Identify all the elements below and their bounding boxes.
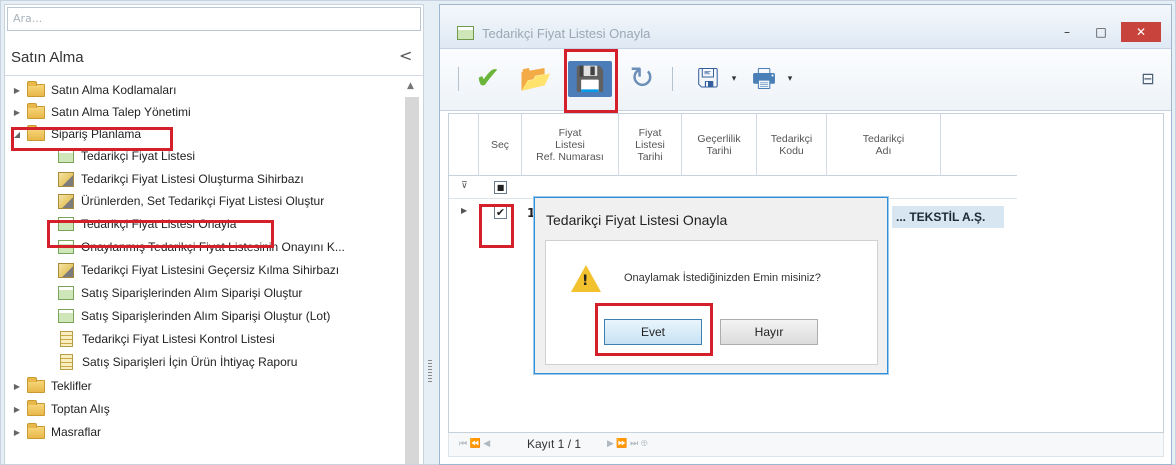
- record-navigator: ⏮ ⏪ ◀ Kayıt 1 / 1 ▶ ⏩ ⏭ ⊕: [448, 433, 1164, 457]
- scroll-up-icon[interactable]: ▲: [407, 81, 414, 91]
- tree-item-teklifler[interactable]: ▶ Teklifler: [11, 375, 92, 397]
- collapse-icon[interactable]: <: [399, 46, 412, 65]
- tree-item-label: Satın Alma Kodlamaları: [51, 83, 177, 97]
- tree-item-kontrol-listesi[interactable]: Tedarikçi Fiyat Listesi Kontrol Listesi: [58, 328, 275, 350]
- row-indicator-icon: ▶: [461, 206, 468, 215]
- tree-item-alim-siparisi-lot[interactable]: Satış Siparişlerinden Alım Siparişi Oluş…: [58, 305, 330, 327]
- column-sec[interactable]: Seç: [479, 114, 522, 176]
- toolbar: ✔ 📂 💾 ↻ 🖫 ▾ 🖶 ▾ ⊟: [440, 49, 1171, 111]
- form-icon: [457, 26, 474, 40]
- tree-item-label: Satış Siparişlerinden Alım Siparişi Oluş…: [81, 286, 303, 300]
- nav-forward-icons[interactable]: ▶ ⏩ ⏭ ⊕: [607, 438, 648, 449]
- approve-check-icon[interactable]: ✔: [468, 61, 508, 97]
- tree-item-gecersiz-kilma[interactable]: Tedarikçi Fiyat Listesini Geçersiz Kılma…: [58, 259, 339, 281]
- cell-supplier-name: ... TEKSTİL A.Ş.: [892, 206, 1004, 228]
- form-icon: [58, 309, 74, 323]
- tree-item-label: Tedarikçi Fiyat Listesini Geçersiz Kılma…: [81, 263, 340, 277]
- highlight-select-checkbox: [479, 204, 514, 248]
- refresh-icon[interactable]: ↻: [622, 61, 662, 97]
- print-icon[interactable]: 🖶: [744, 61, 784, 97]
- tree-item-label: Satış Siparişleri İçin Ürün İhtiyaç Rapo…: [82, 355, 298, 369]
- navigation-panel: Ara... Satın Alma < ▶ Satın Alma Kodlama…: [4, 4, 424, 465]
- filter-icon[interactable]: ⊽: [461, 181, 468, 191]
- wizard-icon: [58, 171, 74, 187]
- no-button[interactable]: Hayır: [720, 319, 818, 345]
- expand-arrow-icon[interactable]: ▶: [11, 382, 23, 391]
- expand-arrow-icon[interactable]: ▶: [11, 108, 23, 117]
- folder-icon: [27, 399, 45, 416]
- folder-icon: [27, 80, 45, 97]
- wizard-icon: [58, 193, 74, 209]
- tree-item-label: Tedarikçi Fiyat Listesi: [81, 149, 196, 163]
- form-icon: [58, 286, 74, 300]
- toolbar-separator: [672, 67, 673, 91]
- wizard-icon: [58, 262, 74, 278]
- tree-item-label: Satın Alma Talep Yönetimi: [51, 105, 191, 119]
- column-validity-date[interactable]: Geçerlilik Tarihi: [682, 114, 757, 176]
- nav-back-icons[interactable]: ⏮ ⏪ ◀: [459, 438, 490, 449]
- export-icon[interactable]: 🖫: [688, 61, 728, 97]
- record-counter: Kayıt 1 / 1: [527, 437, 582, 451]
- column-supplier-name[interactable]: Tedarikçi Adı: [827, 114, 941, 176]
- tree-item-label: Tedarikçi Fiyat Listesi Oluşturma Sihirb…: [81, 172, 304, 186]
- export-dropdown-icon[interactable]: ▾: [728, 61, 740, 97]
- expand-arrow-icon[interactable]: ▶: [11, 428, 23, 437]
- tree-item-toptan-alis[interactable]: ▶ Toptan Alış: [11, 398, 110, 420]
- layout-icon[interactable]: ⊟: [1136, 61, 1160, 97]
- tree-item-satin-alma-talep[interactable]: ▶ Satın Alma Talep Yönetimi: [11, 101, 191, 123]
- print-dropdown-icon[interactable]: ▾: [784, 61, 796, 97]
- warning-mark: !: [582, 273, 589, 289]
- dialog-message: Onaylamak İstediğinizden Emin misiniz?: [624, 272, 821, 284]
- tree-item-urunlerden-set[interactable]: Ürünlerden, Set Tedarikçi Fiyat Listesi …: [58, 190, 324, 212]
- grid-header: Seç Fiyat Listesi Ref. Numarası Fiyat Li…: [449, 114, 1017, 176]
- tree-item-satin-alma-kodlamalari[interactable]: ▶ Satın Alma Kodlamaları: [11, 79, 176, 101]
- column-list-date[interactable]: Fiyat Listesi Tarihi: [619, 114, 682, 176]
- search-input[interactable]: Ara...: [7, 7, 421, 31]
- folder-icon: [27, 102, 45, 119]
- tree-item-label: Teklifler: [51, 379, 92, 393]
- form-icon: [58, 149, 74, 163]
- folder-icon: [27, 376, 45, 393]
- tree-scrollbar[interactable]: ▲: [403, 79, 421, 464]
- tree-item-label: Toptan Alış: [51, 402, 110, 416]
- folder-icon: [27, 422, 45, 439]
- highlight-yes-button: [595, 303, 713, 356]
- window-title: Tedarikçi Fiyat Listesi Onayla: [482, 26, 651, 41]
- toolbar-separator: [458, 67, 459, 91]
- column-indicator: [449, 114, 479, 176]
- open-folder-icon[interactable]: 📂: [516, 61, 556, 97]
- panel-splitter[interactable]: [428, 360, 432, 382]
- report-icon: [60, 331, 73, 347]
- tree-item-masraflar[interactable]: ▶ Masraflar: [11, 421, 101, 443]
- close-button[interactable]: ✕: [1121, 22, 1161, 42]
- column-supplier-code[interactable]: Tedarikçi Kodu: [757, 114, 827, 176]
- highlight-siparis-planlama: [11, 127, 173, 151]
- tree-item-label: Tedarikçi Fiyat Listesi Kontrol Listesi: [82, 332, 275, 346]
- window-titlebar: Tedarikçi Fiyat Listesi Onayla – □ ✕: [440, 5, 1171, 49]
- column-ref-no[interactable]: Fiyat Listesi Ref. Numarası: [522, 114, 619, 176]
- minimize-button[interactable]: –: [1051, 22, 1083, 42]
- dialog-title: Tedarikçi Fiyat Listesi Onayla: [546, 212, 728, 228]
- tree-item-label: Ürünlerden, Set Tedarikçi Fiyat Listesi …: [81, 194, 325, 208]
- tree-item-alim-siparisi[interactable]: Satış Siparişlerinden Alım Siparişi Oluş…: [58, 282, 302, 304]
- filter-select-checkbox[interactable]: ■: [494, 181, 507, 194]
- header-divider: [5, 75, 423, 76]
- panel-header: Satın Alma <: [5, 43, 423, 71]
- expand-arrow-icon[interactable]: ▶: [11, 86, 23, 95]
- maximize-button[interactable]: □: [1085, 22, 1117, 42]
- panel-title: Satın Alma: [11, 49, 84, 66]
- tree-item-label: Masraflar: [51, 425, 102, 439]
- scrollbar-thumb[interactable]: [405, 97, 419, 464]
- tree-item-olusturma-sihirbazi[interactable]: Tedarikçi Fiyat Listesi Oluşturma Sihirb…: [58, 168, 304, 190]
- report-icon: [60, 354, 73, 370]
- tree-item-ihtiyac-raporu[interactable]: Satış Siparişleri İçin Ürün İhtiyaç Rapo…: [58, 351, 297, 373]
- filter-row: ⊽ ■: [449, 177, 1017, 199]
- highlight-fiyat-listesi-onayla: [47, 220, 274, 248]
- highlight-save-button: [564, 49, 618, 113]
- tree-item-label: Satış Siparişlerinden Alım Siparişi Oluş…: [81, 309, 331, 323]
- expand-arrow-icon[interactable]: ▶: [11, 405, 23, 414]
